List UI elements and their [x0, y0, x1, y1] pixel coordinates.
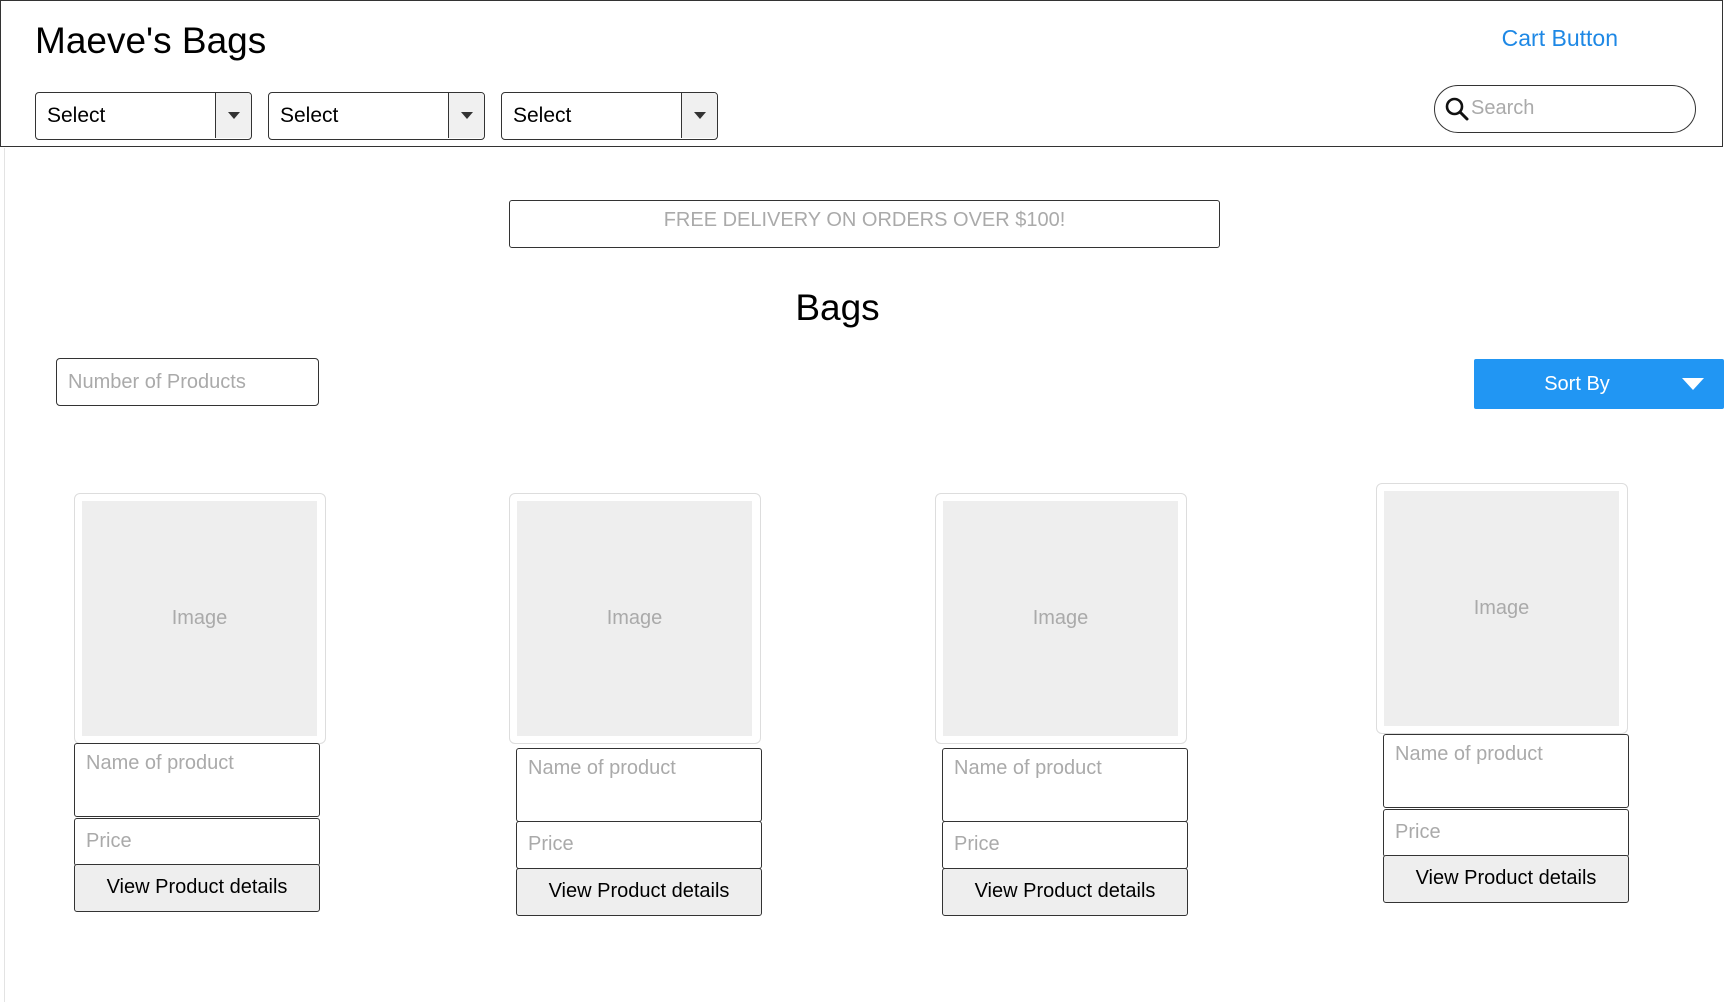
- product-name-field[interactable]: Name of product: [1383, 734, 1629, 808]
- category-select-2[interactable]: Select: [268, 92, 485, 140]
- site-header: Maeve's Bags Cart Button Select Select S…: [0, 0, 1723, 147]
- page-title: Bags: [795, 287, 880, 328]
- product-price-placeholder: Price: [86, 830, 132, 852]
- cart-button[interactable]: Cart Button: [1502, 23, 1618, 53]
- caret-down-icon: [1682, 378, 1704, 390]
- view-product-details-button[interactable]: View Product details: [516, 868, 762, 916]
- product-price-field[interactable]: Price: [74, 818, 320, 866]
- caret-down-icon: [461, 112, 473, 119]
- product-image[interactable]: Image: [1384, 491, 1619, 726]
- category-select-3[interactable]: Select: [501, 92, 718, 140]
- product-image-frame: Image: [509, 493, 761, 744]
- brand-logo[interactable]: Maeve's Bags: [35, 19, 266, 63]
- product-count-field[interactable]: [56, 358, 319, 406]
- product-price-field[interactable]: Price: [516, 821, 762, 869]
- product-image-frame: Image: [935, 493, 1187, 744]
- select-label: Select: [47, 104, 106, 127]
- product-image-frame: Image: [1376, 483, 1628, 734]
- select-label: Select: [280, 104, 339, 127]
- product-name-placeholder: Name of product: [1395, 743, 1543, 765]
- dropdown-toggle[interactable]: [681, 93, 717, 138]
- product-name-placeholder: Name of product: [86, 752, 234, 774]
- left-divider: [4, 148, 5, 1002]
- search-input[interactable]: [1471, 92, 1681, 124]
- caret-down-icon: [228, 112, 240, 119]
- product-image[interactable]: Image: [943, 501, 1178, 736]
- sort-by-label: Sort By: [1544, 373, 1610, 395]
- sort-by-button[interactable]: Sort By: [1474, 359, 1724, 409]
- product-name-field[interactable]: Name of product: [74, 743, 320, 817]
- product-name-placeholder: Name of product: [954, 757, 1102, 779]
- product-name-field[interactable]: Name of product: [942, 748, 1188, 822]
- product-price-placeholder: Price: [954, 833, 1000, 855]
- product-price-field[interactable]: Price: [942, 821, 1188, 869]
- product-image[interactable]: Image: [82, 501, 317, 736]
- product-image[interactable]: Image: [517, 501, 752, 736]
- product-price-placeholder: Price: [1395, 821, 1441, 843]
- product-price-placeholder: Price: [528, 833, 574, 855]
- search-bar[interactable]: [1434, 85, 1696, 133]
- product-image-frame: Image: [74, 493, 326, 744]
- select-label: Select: [513, 104, 572, 127]
- product-price-field[interactable]: Price: [1383, 809, 1629, 857]
- view-product-details-button[interactable]: View Product details: [1383, 855, 1629, 903]
- caret-down-icon: [694, 112, 706, 119]
- page: Maeve's Bags Cart Button Select Select S…: [0, 0, 1730, 1002]
- product-name-field[interactable]: Name of product: [516, 748, 762, 822]
- view-product-details-button[interactable]: View Product details: [74, 864, 320, 912]
- dropdown-toggle[interactable]: [448, 93, 484, 138]
- search-icon: [1445, 97, 1469, 121]
- product-name-placeholder: Name of product: [528, 757, 676, 779]
- dropdown-toggle[interactable]: [215, 93, 251, 138]
- category-select-1[interactable]: Select: [35, 92, 252, 140]
- product-count-input[interactable]: [68, 365, 308, 399]
- view-product-details-button[interactable]: View Product details: [942, 868, 1188, 916]
- free-delivery-banner: FREE DELIVERY ON ORDERS OVER $100!: [509, 200, 1220, 248]
